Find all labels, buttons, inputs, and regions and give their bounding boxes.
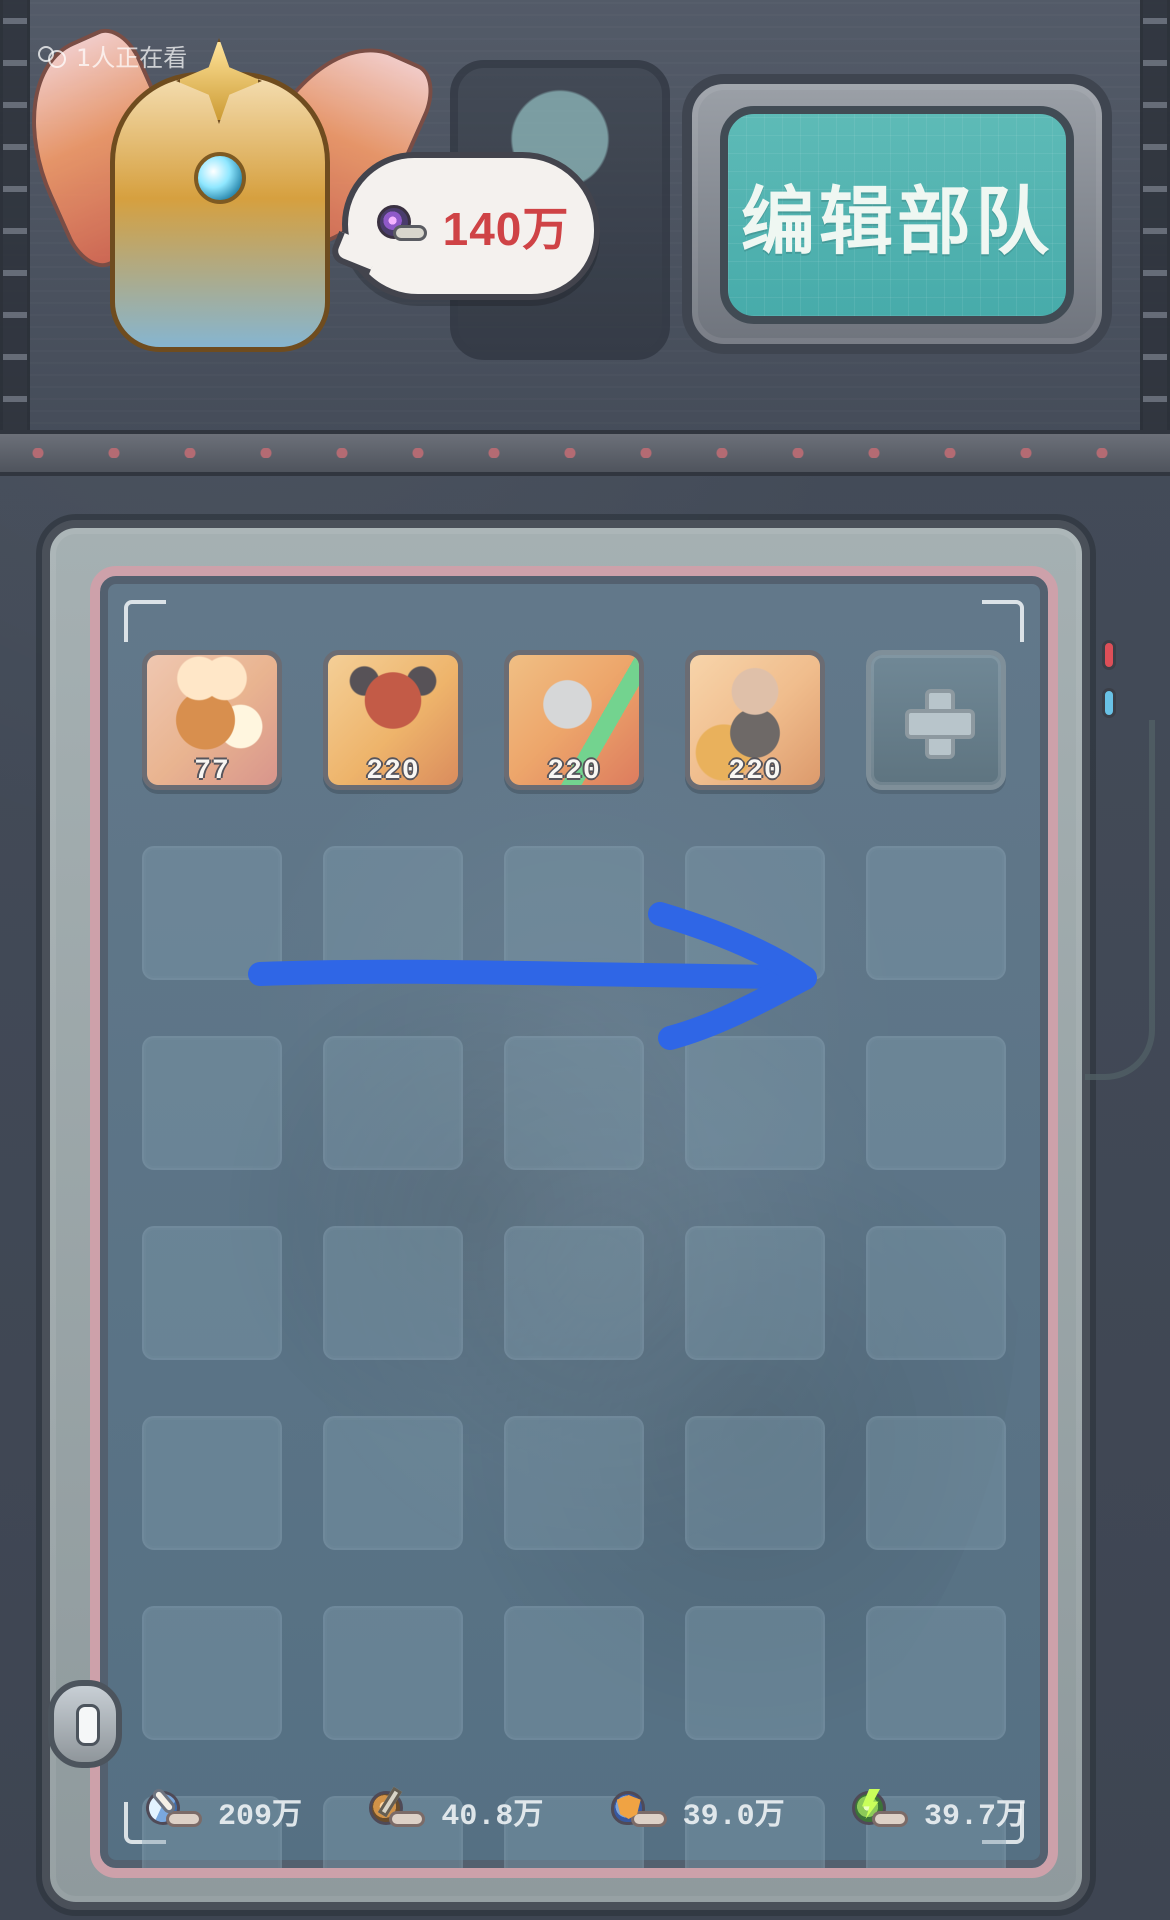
red-indicator-light — [1102, 640, 1116, 670]
hp-stat: 209万 — [141, 1786, 303, 1835]
power-value: 140万 — [442, 203, 570, 255]
hero-card[interactable]: 220 — [685, 650, 825, 790]
viewer-icon — [36, 44, 66, 68]
inventory-grid — [142, 846, 1026, 1868]
empty-slot[interactable] — [866, 1036, 1006, 1170]
hero-level: 220 — [366, 756, 420, 787]
machine-rail — [0, 430, 1170, 476]
hero-card[interactable]: 220 — [504, 650, 644, 790]
empty-slot[interactable] — [685, 1226, 825, 1360]
team-row: 77 220 220 220 — [142, 650, 1026, 802]
edit-team-monitor: 编辑部队 — [682, 74, 1112, 354]
defense-stat: 39.0万 — [607, 1787, 785, 1835]
game-screen: 1人正在看 140万 编辑部队 77 220 220 220 209万 40.8… — [0, 0, 1170, 1920]
stat-body — [871, 1811, 908, 1827]
empty-slot[interactable] — [323, 1606, 463, 1740]
power-bubble: 140万 — [342, 152, 600, 300]
defense-snail-icon — [607, 1787, 673, 1835]
empty-slot[interactable] — [685, 1036, 825, 1170]
empty-slot[interactable] — [866, 1226, 1006, 1360]
empty-slot[interactable] — [142, 1226, 282, 1360]
hero-level: 77 — [194, 756, 230, 787]
attack-snail-icon — [365, 1786, 431, 1835]
hero-card[interactable]: 220 — [323, 650, 463, 790]
empty-slot[interactable] — [142, 846, 282, 980]
empty-slot[interactable] — [142, 1416, 282, 1550]
empty-slot[interactable] — [504, 1036, 644, 1170]
viewer-count-label: 1人正在看 — [76, 44, 188, 72]
plus-icon — [905, 689, 975, 759]
add-hero-button[interactable] — [866, 650, 1006, 790]
snail-body-icon — [392, 225, 427, 241]
empty-slot[interactable] — [866, 846, 1006, 980]
page-title: 编辑部队 — [741, 178, 1053, 265]
speed-stat: 39.7万 — [848, 1787, 1026, 1835]
hero-level: 220 — [547, 756, 601, 787]
empty-slot[interactable] — [866, 1606, 1006, 1740]
top-banner: 1人正在看 140万 编辑部队 — [0, 0, 1170, 476]
corner-marker — [124, 600, 166, 642]
empty-slot[interactable] — [685, 846, 825, 980]
empty-slot[interactable] — [323, 1416, 463, 1550]
inventory-frame: 77 220 220 220 209万 40.8万 39.0万 39.7万 — [42, 520, 1090, 1910]
attack-value: 40.8万 — [441, 1799, 544, 1834]
health-snail-icon — [141, 1786, 208, 1835]
snail-power-icon — [373, 205, 429, 247]
empty-slot[interactable] — [504, 846, 644, 980]
hp-value: 209万 — [218, 1799, 303, 1834]
empty-slot[interactable] — [685, 1606, 825, 1740]
hero-level: 220 — [728, 756, 782, 787]
hero-core-gem — [194, 152, 246, 204]
blue-indicator-light — [1102, 688, 1116, 718]
right-chain-decoration — [1140, 0, 1170, 460]
speed-value: 39.7万 — [923, 1799, 1026, 1834]
empty-slot[interactable] — [504, 1226, 644, 1360]
panel-clamp-left — [48, 1680, 122, 1768]
empty-slot[interactable] — [685, 1416, 825, 1550]
empty-slot[interactable] — [323, 846, 463, 980]
attack-stat: 40.8万 — [365, 1786, 544, 1835]
corner-marker — [982, 600, 1024, 642]
monitor-screen: 编辑部队 — [720, 106, 1074, 324]
stat-body — [166, 1811, 202, 1827]
speed-snail-icon — [848, 1787, 914, 1835]
right-indicator-lights — [1102, 640, 1118, 718]
team-stats-bar: 209万 40.8万 39.0万 39.7万 — [124, 1776, 1044, 1846]
empty-slot[interactable] — [866, 1416, 1006, 1550]
empty-slot[interactable] — [504, 1416, 644, 1550]
empty-slot[interactable] — [142, 1606, 282, 1740]
stat-body — [389, 1811, 426, 1827]
hero-card[interactable]: 77 — [142, 650, 282, 790]
inventory-panel: 77 220 220 220 209万 40.8万 39.0万 39.7万 — [90, 566, 1058, 1878]
right-cable-decoration — [1085, 720, 1155, 1080]
empty-slot[interactable] — [504, 1606, 644, 1740]
empty-slot[interactable] — [142, 1036, 282, 1170]
viewer-count: 1人正在看 — [36, 38, 187, 73]
defense-value: 39.0万 — [682, 1799, 785, 1834]
empty-slot[interactable] — [323, 1036, 463, 1170]
empty-slot[interactable] — [323, 1226, 463, 1360]
